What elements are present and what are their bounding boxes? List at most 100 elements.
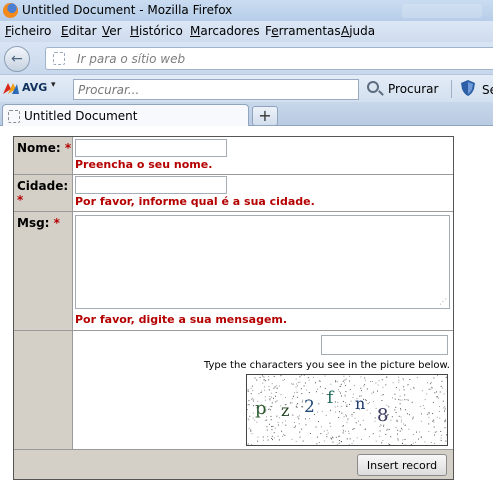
captcha-noise-dot <box>294 422 295 423</box>
captcha-noise-dot <box>436 416 438 418</box>
captcha-noise-dot <box>268 423 270 425</box>
window-controls-area[interactable] <box>402 4 482 18</box>
captcha-noise-dot <box>394 398 396 400</box>
captcha-noise-dot <box>270 415 272 417</box>
captcha-noise-dot <box>408 414 410 416</box>
captcha-noise-dot <box>296 383 298 385</box>
dropdown-caret-icon: ▾ <box>51 80 56 90</box>
captcha-noise-dot <box>278 439 280 441</box>
menu-editar[interactable]: Editar <box>61 24 97 38</box>
captcha-noise-dot <box>381 442 383 444</box>
captcha-noise-dot <box>344 430 346 432</box>
captcha-input[interactable] <box>321 335 448 355</box>
captcha-noise-dot <box>248 419 250 421</box>
avg-search-input[interactable]: Procurar... <box>73 79 359 100</box>
nome-input[interactable] <box>75 139 227 157</box>
avg-menu-button[interactable]: AVG ▾ <box>3 80 63 97</box>
captcha-noise-dot <box>399 395 401 397</box>
captcha-noise-dot <box>364 384 366 386</box>
menu-ajuda[interactable]: Ajuda <box>341 24 375 38</box>
captcha-noise-dot <box>351 415 353 417</box>
captcha-noise-dot <box>397 438 399 440</box>
captcha-noise-dot <box>268 379 270 381</box>
avg-search-button[interactable]: Procurar <box>364 79 446 100</box>
captcha-noise-dot <box>444 406 446 408</box>
nome-label-text: Nome: <box>17 141 61 155</box>
back-button[interactable]: ← <box>4 46 30 72</box>
captcha-noise-dot <box>358 420 359 422</box>
captcha-noise-dot <box>267 439 269 441</box>
resize-grip-icon[interactable]: ⋰ <box>439 298 447 306</box>
captcha-noise-dot <box>397 439 399 441</box>
captcha-noise-dot <box>366 388 368 390</box>
url-bar[interactable]: Ir para o sítio web <box>45 47 493 70</box>
captcha-noise-dot <box>442 400 444 402</box>
insert-record-button[interactable]: Insert record <box>357 454 447 476</box>
captcha-noise-dot <box>278 385 280 387</box>
cidade-input[interactable] <box>75 176 227 194</box>
menu-ver[interactable]: Ver <box>102 24 122 38</box>
captcha-noise-dot <box>342 432 344 434</box>
captcha-noise-dot <box>420 413 422 415</box>
captcha-noise-dot <box>275 392 277 393</box>
captcha-noise-dot <box>305 424 307 426</box>
captcha-noise-dot <box>374 417 376 419</box>
avg-security-button-label[interactable]: Se <box>482 83 493 97</box>
captcha-noise-dot <box>297 381 299 383</box>
menu-label-rest: icheiro <box>11 24 52 38</box>
msg-textarea[interactable]: ⋰ <box>75 215 450 309</box>
captcha-noise-dot <box>284 420 286 422</box>
captcha-noise-dot <box>266 429 268 431</box>
captcha-noise-dot <box>247 418 249 420</box>
captcha-noise-dot <box>296 404 298 406</box>
captcha-noise-dot <box>315 382 316 384</box>
captcha-noise-dot <box>301 393 303 395</box>
captcha-noise-dot <box>374 420 376 422</box>
captcha-noise-dot <box>258 393 260 394</box>
cidade-label-cell: Cidade: * <box>14 175 73 211</box>
captcha-noise-dot <box>440 430 442 432</box>
captcha-noise-dot <box>366 409 368 411</box>
tab-untitled-document[interactable]: Untitled Document <box>2 104 249 127</box>
menu-bar: Ficheiro Editar Ver Histórico Marcadores… <box>0 21 493 42</box>
captcha-noise-dot <box>283 434 285 436</box>
captcha-noise-dot <box>266 419 268 421</box>
captcha-noise-dot <box>264 389 266 391</box>
captcha-noise-dot <box>351 414 353 415</box>
captcha-noise-dot <box>419 431 420 433</box>
captcha-noise-dot <box>404 444 406 445</box>
captcha-noise-dot <box>250 430 252 431</box>
captcha-noise-dot <box>396 420 398 422</box>
menu-ferramentas[interactable]: Ferramentas <box>265 24 341 38</box>
captcha-noise-dot <box>424 399 426 401</box>
search-icon <box>367 81 379 93</box>
site-identity-icon[interactable] <box>53 52 65 65</box>
captcha-noise-dot <box>273 397 274 399</box>
menu-historico[interactable]: Histórico <box>130 24 183 38</box>
captcha-noise-dot <box>298 418 300 420</box>
menu-marcadores[interactable]: Marcadores <box>190 24 260 38</box>
captcha-noise-dot <box>434 442 435 444</box>
captcha-noise-dot <box>272 426 274 427</box>
captcha-noise-dot <box>438 411 440 412</box>
captcha-noise-dot <box>352 393 354 395</box>
captcha-noise-dot <box>388 443 390 445</box>
captcha-noise-dot <box>409 379 411 380</box>
captcha-noise-dot <box>291 438 293 440</box>
captcha-noise-dot <box>364 428 366 430</box>
captcha-noise-dot <box>271 425 273 427</box>
captcha-noise-dot <box>299 431 301 433</box>
captcha-noise-dot <box>256 421 258 423</box>
captcha-noise-dot <box>320 426 322 428</box>
captcha-noise-dot <box>412 418 414 420</box>
captcha-noise-dot <box>264 386 265 388</box>
new-tab-button[interactable]: + <box>252 106 278 126</box>
captcha-noise-dot <box>362 419 364 421</box>
shield-icon[interactable] <box>461 80 475 96</box>
menu-ficheiro[interactable]: Ficheiro <box>5 24 51 38</box>
captcha-noise-dot <box>353 440 355 442</box>
captcha-noise-dot <box>316 391 317 393</box>
captcha-noise-dot <box>339 386 341 387</box>
submit-row: Insert record <box>14 450 453 479</box>
captcha-noise-dot <box>285 397 286 398</box>
